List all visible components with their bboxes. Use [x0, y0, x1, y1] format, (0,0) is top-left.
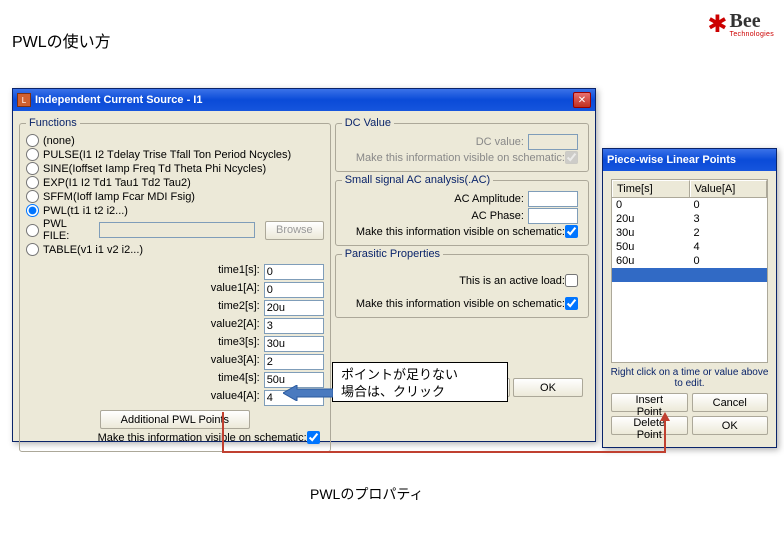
ac-group: Small signal AC analysis(.AC) AC Amplitu… — [335, 174, 589, 246]
logo-bee: Bee — [730, 11, 774, 31]
radio-none[interactable]: (none) — [26, 134, 324, 147]
time4-label: time4[s]: — [136, 372, 260, 388]
pwlfile-input[interactable] — [99, 222, 255, 238]
make-visible-check[interactable] — [307, 431, 320, 444]
radio-sffm[interactable]: SFFM(Ioff Iamp Fcar MDI Fsig) — [26, 190, 324, 203]
logo-tech: Technologies — [730, 31, 774, 38]
pwl-table[interactable]: Time[s] Value[A] 00 20u3 30u2 50u4 60u0 — [611, 179, 768, 363]
dc-visible-check — [565, 151, 578, 164]
dc-group: DC Value DC value: Make this information… — [335, 117, 589, 172]
dc-input — [528, 134, 578, 150]
dc-label: DC value: — [476, 136, 524, 148]
callout-line1: ポイントが足りない — [341, 367, 499, 384]
insert-point-button[interactable]: Insert Point — [611, 393, 688, 412]
blue-arrow-icon — [283, 385, 333, 401]
dialog-title: Independent Current Source - I1 — [35, 94, 573, 106]
pwl-cancel-button[interactable]: Cancel — [692, 393, 769, 412]
value4-label: value4[A]: — [136, 390, 260, 406]
value1-input[interactable] — [264, 282, 324, 298]
radio-sine[interactable]: SINE(Ioffset Iamp Freq Td Theta Phi Ncyc… — [26, 162, 324, 175]
radio-pulse[interactable]: PULSE(I1 I2 Tdelay Trise Tfall Ton Perio… — [26, 148, 324, 161]
pwl-titlebar: Piece-wise Linear Points — [603, 149, 776, 171]
close-icon[interactable]: ✕ — [573, 92, 591, 108]
table-row: 50u4 — [612, 240, 767, 254]
ac-visible-label: Make this information visible on schemat… — [356, 226, 565, 238]
time1-label: time1[s]: — [136, 264, 260, 280]
time2-input[interactable] — [264, 300, 324, 316]
ac-phase-input[interactable] — [528, 208, 578, 224]
bottom-label: PWLのプロパティ — [310, 484, 424, 504]
pwl-hint1: Right click on a time or value above — [609, 367, 770, 378]
app-icon: L — [17, 93, 31, 107]
ac-visible-check[interactable] — [565, 225, 578, 238]
table-row: 00 — [612, 198, 767, 212]
pwl-hint2: to edit. — [609, 378, 770, 389]
active-load-label: This is an active load: — [459, 275, 565, 287]
table-row: 60u0 — [612, 254, 767, 268]
titlebar: L Independent Current Source - I1 ✕ — [13, 89, 595, 111]
table-row: 20u3 — [612, 212, 767, 226]
ac-amp-input[interactable] — [528, 191, 578, 207]
parasitic-legend: Parasitic Properties — [342, 248, 443, 260]
pwl-ok-button[interactable]: OK — [692, 416, 769, 435]
value1-label: value1[A]: — [136, 282, 260, 298]
pwl-points-dialog: Piece-wise Linear Points Time[s] Value[A… — [602, 148, 777, 448]
functions-group: Functions (none) PULSE(I1 I2 Tdelay Tris… — [19, 117, 331, 452]
col-time[interactable]: Time[s] — [612, 180, 690, 197]
pwl-title: Piece-wise Linear Points — [607, 154, 772, 166]
functions-legend: Functions — [26, 117, 80, 129]
ok-button[interactable]: OK — [513, 378, 583, 397]
value3-label: value3[A]: — [136, 354, 260, 370]
page-title: PWLの使い方 — [12, 28, 111, 52]
parasitic-visible-check[interactable] — [565, 297, 578, 310]
table-row: 30u2 — [612, 226, 767, 240]
value3-input[interactable] — [264, 354, 324, 370]
ac-amp-label: AC Amplitude: — [454, 193, 524, 205]
browse-button[interactable]: Browse — [265, 221, 324, 240]
active-load-check[interactable] — [565, 274, 578, 287]
ac-phase-label: AC Phase: — [471, 210, 524, 222]
time3-input[interactable] — [264, 336, 324, 352]
additional-pwl-button[interactable]: Additional PWL Points — [100, 410, 250, 429]
table-row-selected — [612, 268, 767, 282]
radio-pwlfile[interactable]: PWL FILE: Browse — [26, 218, 324, 242]
radio-pwl[interactable]: PWL(t1 i1 t2 i2...) — [26, 204, 324, 217]
logo: ✱ Bee Technologies — [707, 10, 774, 39]
time2-label: time2[s]: — [136, 300, 260, 316]
radio-exp[interactable]: EXP(I1 I2 Td1 Tau1 Td2 Tau2) — [26, 176, 324, 189]
dc-legend: DC Value — [342, 117, 394, 129]
dc-visible-label: Make this information visible on schemat… — [356, 152, 565, 164]
callout-line2: 場合は、クリック — [341, 384, 499, 401]
parasitic-visible-label: Make this information visible on schemat… — [356, 298, 565, 310]
col-value[interactable]: Value[A] — [690, 180, 768, 197]
value2-input[interactable] — [264, 318, 324, 334]
time1-input[interactable] — [264, 264, 324, 280]
parasitic-group: Parasitic Properties This is an active l… — [335, 248, 589, 318]
radio-table[interactable]: TABLE(v1 i1 v2 i2...) — [26, 243, 324, 256]
make-visible-label: Make this information visible on schemat… — [98, 432, 307, 444]
time3-label: time3[s]: — [136, 336, 260, 352]
callout: ポイントが足りない 場合は、クリック — [332, 362, 508, 402]
ac-legend: Small signal AC analysis(.AC) — [342, 174, 494, 186]
delete-point-button[interactable]: Delete Point — [611, 416, 688, 435]
value2-label: value2[A]: — [136, 318, 260, 334]
burst-icon: ✱ — [707, 10, 727, 39]
